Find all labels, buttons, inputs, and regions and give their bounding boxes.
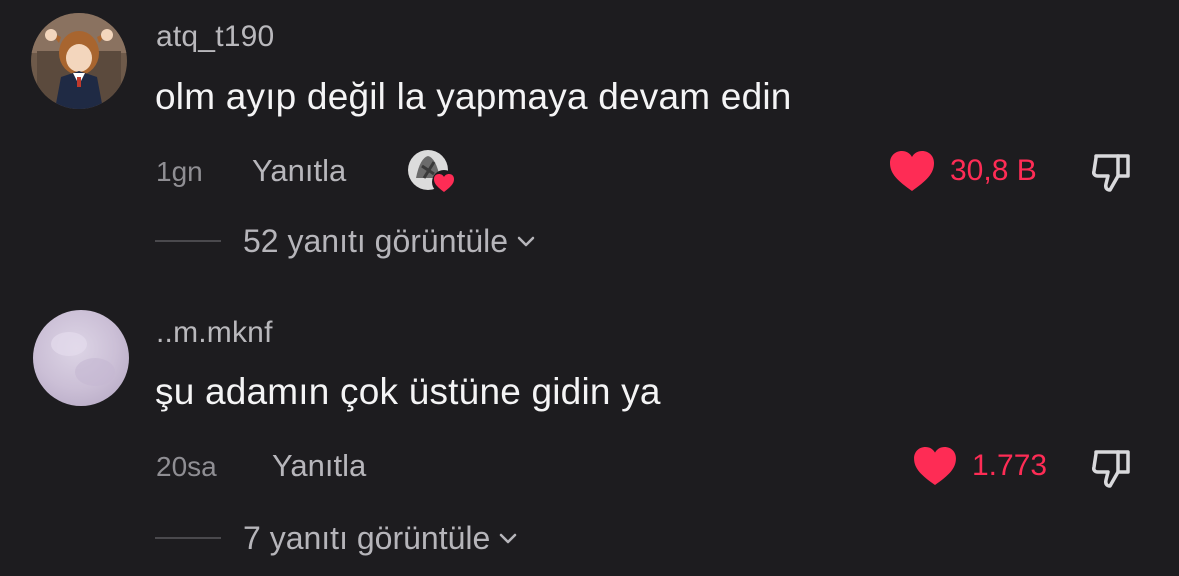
comment-item: atq_t190 olm ayıp değil la yapmaya devam… (0, 0, 1179, 290)
comment-username[interactable]: atq_t190 (156, 22, 274, 52)
reply-button[interactable]: Yanıtla (272, 450, 366, 481)
comment-text: şu adamın çok üstüne gidin ya (155, 371, 661, 412)
heart-icon (914, 446, 956, 486)
comment-text: olm ayıp değil la yapmaya devam edin (155, 76, 792, 117)
like-count: 30,8 B (950, 154, 1037, 187)
replies-divider (155, 240, 221, 242)
view-replies-button[interactable]: 7 yanıtı görüntüle (155, 522, 520, 554)
like-count: 1.773 (972, 449, 1048, 482)
comment-time: 1gn (156, 156, 203, 187)
comment-item: ..m.mknf şu adamın çok üstüne gidin ya 2… (0, 290, 1179, 576)
avatar[interactable] (31, 13, 127, 109)
comment-time: 20sa (156, 451, 217, 482)
thumbs-down-icon[interactable] (1088, 444, 1136, 492)
like-button[interactable]: 1.773 (912, 446, 1047, 486)
chevron-down-icon (517, 236, 535, 247)
thumbs-down-icon[interactable] (1088, 148, 1136, 196)
view-replies-button[interactable]: 52 yanıtı görüntüle (155, 225, 538, 257)
view-replies-label: 52 yanıtı görüntüle (243, 223, 509, 259)
replies-divider (155, 537, 221, 539)
creator-liked-badge (406, 148, 456, 198)
reply-button[interactable]: Yanıtla (252, 155, 346, 186)
heart-icon (890, 151, 934, 191)
chevron-down-icon (500, 533, 517, 544)
avatar[interactable] (33, 310, 129, 406)
view-replies-label: 7 yanıtı görüntüle (243, 520, 491, 556)
like-button[interactable]: 30,8 B (888, 150, 1037, 192)
comment-username[interactable]: ..m.mknf (156, 318, 273, 348)
